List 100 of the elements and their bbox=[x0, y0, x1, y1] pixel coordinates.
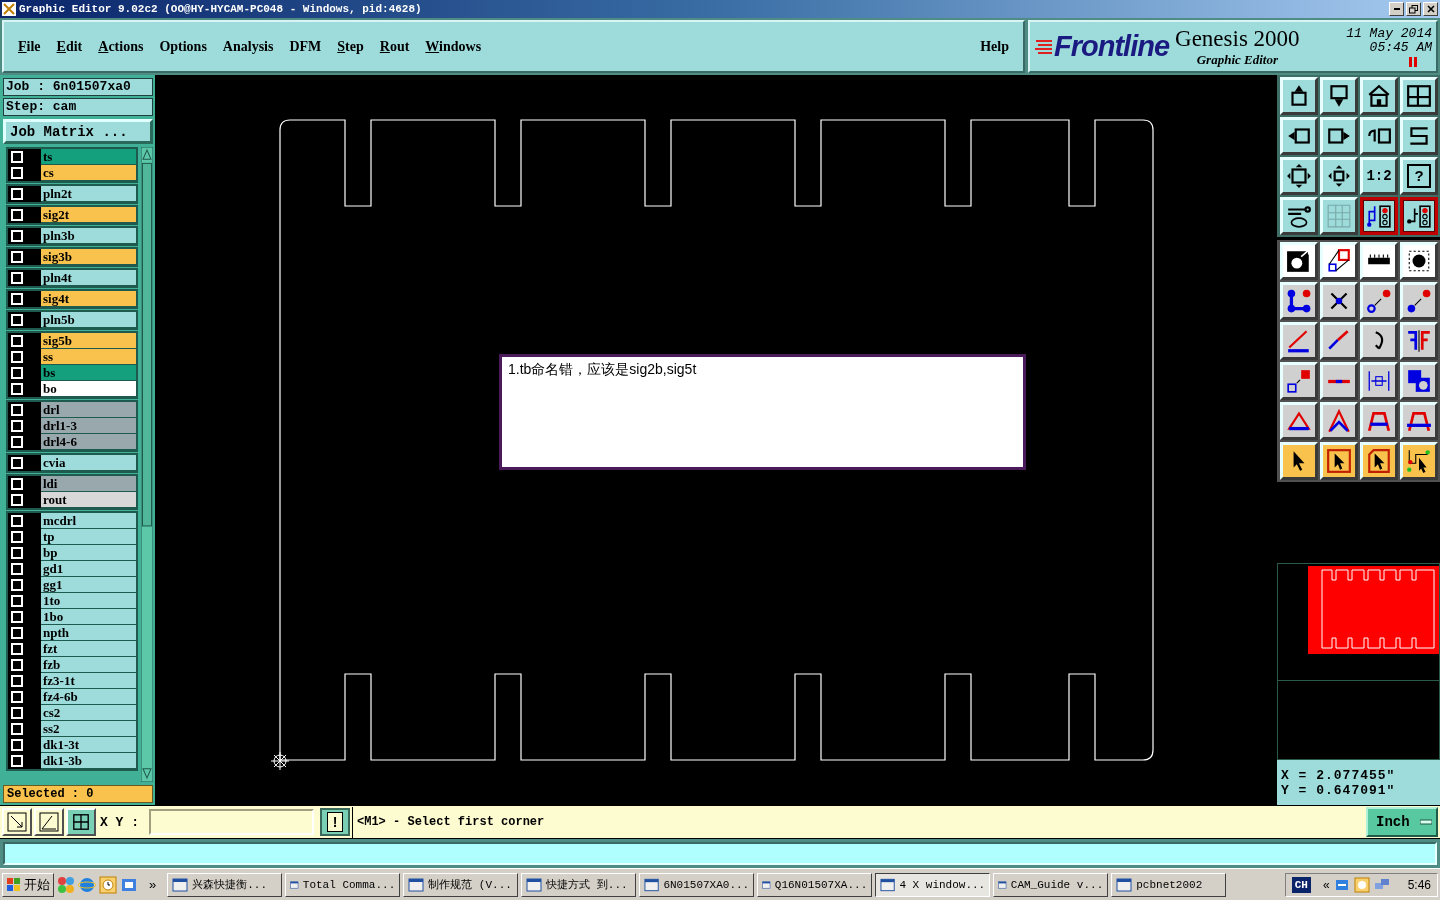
toolbar-button[interactable] bbox=[1400, 197, 1438, 235]
layer-checkbox[interactable] bbox=[11, 691, 23, 703]
layer-name[interactable]: sig5b bbox=[41, 333, 136, 349]
task-button[interactable]: Total Comma... bbox=[285, 872, 401, 897]
layer-name[interactable]: ss2 bbox=[41, 721, 136, 737]
alert-button[interactable]: ! bbox=[320, 808, 350, 836]
layer-checkbox[interactable] bbox=[11, 293, 23, 305]
minimize-button[interactable] bbox=[1389, 2, 1404, 16]
layer-checkbox[interactable] bbox=[11, 478, 23, 490]
layer-checkbox[interactable] bbox=[11, 272, 23, 284]
layer-name[interactable]: fzb bbox=[41, 657, 136, 673]
layer-checkbox[interactable] bbox=[11, 547, 23, 559]
layer-name[interactable]: ss bbox=[41, 349, 136, 365]
start-button[interactable]: 开始 bbox=[2, 872, 54, 897]
menu-item[interactable]: Step bbox=[337, 38, 364, 55]
units-dropdown[interactable]: Inch bbox=[1366, 807, 1438, 837]
task-button[interactable]: 6N01507XA0... bbox=[639, 872, 755, 897]
layer-name[interactable]: 1to bbox=[41, 593, 136, 609]
layer-name[interactable]: npth bbox=[41, 625, 136, 641]
xy-input-field[interactable] bbox=[149, 809, 314, 835]
task-button[interactable]: 兴森快捷衡... bbox=[167, 872, 283, 897]
layer-name[interactable]: pln3b bbox=[41, 228, 136, 244]
layer-checkbox[interactable] bbox=[11, 739, 23, 751]
menu-item[interactable]: Windows bbox=[425, 38, 482, 55]
layer-checkbox[interactable] bbox=[11, 351, 23, 363]
menu-item[interactable]: Analysis bbox=[222, 38, 274, 55]
task-button[interactable]: 制作规范 (V... bbox=[403, 872, 519, 897]
restore-button[interactable] bbox=[1406, 2, 1421, 16]
layer-name[interactable]: cs2 bbox=[41, 705, 136, 721]
layer-checkbox[interactable] bbox=[11, 230, 23, 242]
tray-toggle[interactable]: « bbox=[1322, 877, 1330, 892]
scrollbar[interactable] bbox=[141, 147, 153, 782]
layer-name[interactable]: cs bbox=[41, 165, 136, 181]
layer-name[interactable]: bs bbox=[41, 365, 136, 381]
grid-snap-button[interactable] bbox=[66, 808, 96, 836]
layer-name[interactable]: ts bbox=[41, 149, 136, 165]
task-button[interactable]: pcbnet2002 bbox=[1111, 872, 1227, 897]
layer-name[interactable]: pln2t bbox=[41, 186, 136, 202]
menu-item[interactable]: Edit bbox=[56, 38, 83, 55]
circles-icon[interactable] bbox=[57, 875, 75, 894]
layer-name[interactable]: dk1-3b bbox=[41, 753, 136, 769]
layer-checkbox[interactable] bbox=[11, 579, 23, 591]
layer-checkbox[interactable] bbox=[11, 209, 23, 221]
menu-item[interactable]: Actions bbox=[98, 38, 144, 55]
layer-checkbox[interactable] bbox=[11, 563, 23, 575]
layer-name[interactable]: bo bbox=[41, 381, 136, 397]
angle-button[interactable] bbox=[34, 808, 64, 836]
layer-name[interactable]: rout bbox=[41, 492, 136, 508]
layer-checkbox[interactable] bbox=[11, 515, 23, 527]
layer-name[interactable]: cvia bbox=[41, 455, 136, 471]
layer-name[interactable]: sig4t bbox=[41, 291, 136, 307]
layer-name[interactable]: sig3b bbox=[41, 249, 136, 265]
layer-checkbox[interactable] bbox=[11, 494, 23, 506]
layer-name[interactable]: sig2t bbox=[41, 207, 136, 223]
layer-name[interactable]: tp bbox=[41, 529, 136, 545]
menu-item[interactable]: DFM bbox=[289, 38, 322, 55]
layer-checkbox[interactable] bbox=[11, 707, 23, 719]
layer-checkbox[interactable] bbox=[11, 167, 23, 179]
layer-checkbox[interactable] bbox=[11, 755, 23, 767]
layer-name[interactable]: bp bbox=[41, 545, 136, 561]
help-menu[interactable]: Help bbox=[980, 38, 1009, 55]
layer-name[interactable]: fz3-1t bbox=[41, 673, 136, 689]
menu-item[interactable]: File bbox=[18, 38, 41, 55]
layer-name[interactable]: drl4-6 bbox=[41, 434, 136, 450]
layer-checkbox[interactable] bbox=[11, 627, 23, 639]
layer-checkbox[interactable] bbox=[11, 383, 23, 395]
browser-icon[interactable] bbox=[78, 875, 96, 894]
layer-checkbox[interactable] bbox=[11, 611, 23, 623]
task-button[interactable]: CAM_Guide v... bbox=[993, 872, 1109, 897]
toolbar-button[interactable]: ? bbox=[1400, 157, 1438, 195]
layer-name[interactable]: pln5b bbox=[41, 312, 136, 328]
layer-checkbox[interactable] bbox=[11, 151, 23, 163]
more-button[interactable]: » bbox=[141, 877, 165, 892]
task-button[interactable]: 4 X window... bbox=[875, 872, 991, 897]
layer-name[interactable]: drl bbox=[41, 402, 136, 418]
layer-name[interactable]: 1bo bbox=[41, 609, 136, 625]
layer-name[interactable]: gg1 bbox=[41, 577, 136, 593]
layer-checkbox[interactable] bbox=[11, 404, 23, 416]
menu-item[interactable]: Options bbox=[159, 38, 207, 55]
layer-checkbox[interactable] bbox=[11, 367, 23, 379]
snap-button[interactable] bbox=[2, 808, 32, 836]
job-matrix-button[interactable]: Job Matrix ... bbox=[3, 119, 153, 144]
layer-checkbox[interactable] bbox=[11, 335, 23, 347]
layer-checkbox[interactable] bbox=[11, 457, 23, 469]
layer-checkbox[interactable] bbox=[11, 595, 23, 607]
task-button[interactable]: 快捷方式 到... bbox=[521, 872, 637, 897]
layer-checkbox[interactable] bbox=[11, 251, 23, 263]
layer-name[interactable]: drl1-3 bbox=[41, 418, 136, 434]
layer-name[interactable]: ldi bbox=[41, 476, 136, 492]
layer-checkbox[interactable] bbox=[11, 188, 23, 200]
close-button[interactable] bbox=[1423, 2, 1438, 16]
layer-checkbox[interactable] bbox=[11, 436, 23, 448]
layer-name[interactable]: dk1-3t bbox=[41, 737, 136, 753]
layer-checkbox[interactable] bbox=[11, 420, 23, 432]
layer-name[interactable]: fz4-6b bbox=[41, 689, 136, 705]
layer-checkbox[interactable] bbox=[11, 314, 23, 326]
layer-name[interactable]: fzt bbox=[41, 641, 136, 657]
toolbar-button[interactable]: 1:2 bbox=[1360, 157, 1398, 195]
layer-checkbox[interactable] bbox=[11, 675, 23, 687]
toolbar-button[interactable] bbox=[1360, 197, 1398, 235]
